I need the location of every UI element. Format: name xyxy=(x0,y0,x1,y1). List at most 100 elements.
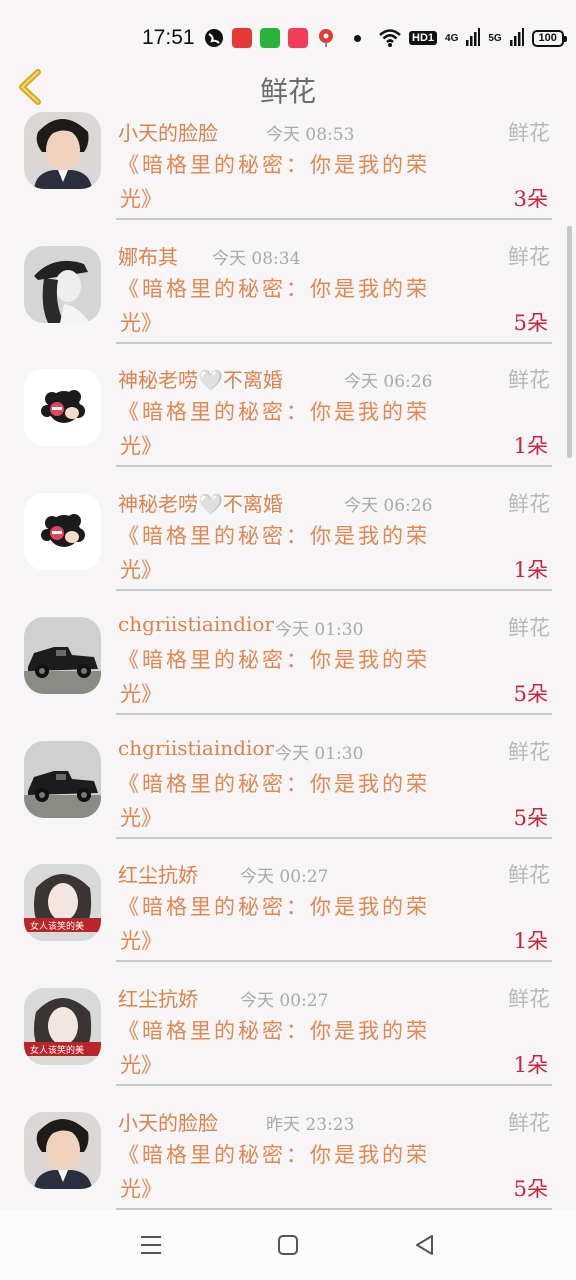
status-time: 17:51 xyxy=(142,26,195,49)
signal-4g-icon xyxy=(466,28,481,48)
book-title-line: 《暗格里的秘密：你是我的荣 xyxy=(118,1018,430,1043)
flower-count: 1朵 xyxy=(513,1052,548,1077)
flower-count: 1朵 xyxy=(513,434,548,459)
flower-count: 3朵 xyxy=(513,187,548,211)
divider xyxy=(116,465,552,468)
network-4g-label: 4G xyxy=(445,32,459,44)
list-item[interactable]: 神秘老唠🤍不离婚 今天 06:26 鲜花《暗格里的秘密：你是我的荣 光》 1朵 xyxy=(0,483,576,607)
gift-type-label: 鲜花 xyxy=(508,863,550,888)
book-title-line: 《暗格里的秘密：你是我的荣 xyxy=(118,647,430,672)
back-triangle-icon xyxy=(416,1235,433,1255)
divider xyxy=(116,836,552,839)
home-square-icon xyxy=(278,1235,298,1255)
menu-icon xyxy=(141,1236,161,1254)
book-title-line: 《暗格里的秘密：你是我的荣 xyxy=(118,1142,430,1167)
sent-time: 今天 00:27 xyxy=(240,867,329,888)
list-item[interactable]: chgriistiaindior 今天 01:30 鲜花 《暗格里的秘密：你是我的荣光… xyxy=(0,731,576,855)
sender-name[interactable]: 神秘老唠🤍不离婚 xyxy=(118,364,283,393)
svg-text:女人该笑的美: 女人该笑的美 xyxy=(30,1044,84,1056)
sender-name[interactable]: chgriistiaindior xyxy=(118,612,274,636)
book-title-line: 《暗格里的秘密：你是我的荣 xyxy=(118,771,430,796)
avatar[interactable] xyxy=(24,740,101,818)
back-nav-button[interactable] xyxy=(410,1230,440,1260)
divider xyxy=(116,341,552,344)
avatar[interactable]: 女人该笑的美 xyxy=(24,987,101,1065)
avatar[interactable] xyxy=(24,369,101,447)
book-title-line-end: 光》 xyxy=(120,681,162,706)
list-item[interactable]: 女人该笑的美 红尘抗娇 今天 00:27 鲜花 《暗格里的秘密：你是我的荣 光》 1朵 xyxy=(0,978,576,1102)
sent-time: 今天 01:30 xyxy=(275,743,364,764)
list-item[interactable]: chgriistiaindior 今天 01:30 鲜花《暗格里的秘密：你是我的荣光… xyxy=(0,607,576,731)
gift-type-label: 鲜花 xyxy=(508,1110,550,1135)
book-title-line-end: 光》 xyxy=(120,805,162,830)
flower-count: 5朵 xyxy=(513,310,548,335)
list-item[interactable]: 女人该笑的美 红尘抗娇 今天 00:27 鲜花《暗格里的秘密：你是我的荣 光》 1朵 xyxy=(0,854,576,978)
sender-name[interactable]: 神秘老唠🤍不离婚 xyxy=(118,488,283,517)
avatar[interactable] xyxy=(24,245,101,323)
top-bar: 鲜花 xyxy=(0,62,576,112)
flower-count: 1朵 xyxy=(513,929,548,954)
avatar[interactable] xyxy=(24,616,101,694)
sent-time: 今天 08:34 xyxy=(212,248,301,269)
book-title-line-end: 光》 xyxy=(120,558,162,583)
gift-type-label: 鲜花 xyxy=(508,244,550,269)
network-5g-label: 5G xyxy=(488,32,502,44)
iqiyi-icon xyxy=(260,28,280,48)
gift-type-label: 鲜花 xyxy=(508,492,550,517)
flower-gift-list: 小天的脸脸 今天 08:53 鲜花 《暗格里的秘密：你是我的荣 光》 3朵 娜布其 今天 08… xyxy=(0,112,576,1210)
gift-type-label: 鲜花 xyxy=(508,121,550,145)
sent-time: 今天 08:53 xyxy=(266,125,355,145)
sender-name[interactable]: 小天的脸脸 xyxy=(118,1107,218,1136)
book-title-line: 《暗格里的秘密：你是我的荣 xyxy=(118,400,430,425)
sent-time: 昨天 23:23 xyxy=(266,1114,355,1135)
book-title-line-end: 光》 xyxy=(120,929,162,954)
book-title-line-end: 光》 xyxy=(120,310,162,335)
list-item[interactable]: 神秘老唠🤍不离婚 今天 06:26 鲜花 《暗格里的秘密：你是我的荣 光》 1朵 xyxy=(0,359,576,483)
globe-icon xyxy=(204,28,224,48)
sent-time: 今天 01:30 xyxy=(275,619,364,640)
scrollbar[interactable] xyxy=(567,226,572,458)
sender-name[interactable]: 小天的脸脸 xyxy=(118,117,218,146)
book-title-line: 《暗格里的秘密：你是我的荣 xyxy=(118,524,430,549)
flower-count: 1朵 xyxy=(513,558,548,583)
app-red-tv-icon xyxy=(232,28,252,48)
book-title-line: 《暗格里的秘密：你是我的荣 xyxy=(118,895,430,920)
avatar[interactable] xyxy=(24,493,101,571)
location-pin-icon xyxy=(316,28,336,48)
flower-count: 5朵 xyxy=(513,805,548,830)
wifi-icon xyxy=(379,28,401,48)
flower-count: 5朵 xyxy=(513,681,548,706)
divider xyxy=(116,712,552,715)
book-title-line-end: 光》 xyxy=(120,434,162,459)
page-title: 鲜花 xyxy=(259,75,316,108)
list-item[interactable]: 小天的脸脸 昨天 23:23 鲜花 《暗格里的秘密：你是我的荣 光》 5朵 xyxy=(0,1102,576,1210)
divider xyxy=(116,589,552,592)
book-title-line-end: 光》 xyxy=(120,1176,162,1201)
signal-5g-icon xyxy=(509,28,524,48)
redbook-icon xyxy=(288,28,308,48)
status-bar: 17:51 HD1 4G 5G 100 xyxy=(0,0,576,62)
book-title-line: 《暗格里的秘密：你是我的荣 xyxy=(118,276,430,301)
system-navigation-bar xyxy=(0,1210,576,1280)
sender-name[interactable]: 娜布其 xyxy=(118,241,178,270)
menu-button[interactable] xyxy=(136,1230,166,1260)
sender-name[interactable]: chgriistiaindior xyxy=(118,736,274,760)
sent-time: 今天 06:26 xyxy=(344,496,433,517)
avatar[interactable]: 女人该笑的美 xyxy=(24,864,101,942)
avatar[interactable] xyxy=(24,112,101,189)
sender-name[interactable]: 红尘抗娇 xyxy=(118,983,198,1012)
divider xyxy=(116,218,552,220)
list-item[interactable]: 娜布其 今天 08:34 鲜花《暗格里的秘密：你是我的荣 光》 5朵 xyxy=(0,236,576,360)
avatar[interactable] xyxy=(24,1111,101,1189)
home-button[interactable] xyxy=(273,1230,303,1260)
gift-type-label: 鲜花 xyxy=(508,615,550,640)
status-icons: HD1 4G 5G 100 xyxy=(204,27,567,49)
hd-voice-badge: HD1 xyxy=(409,31,438,45)
book-title-line-end: 光》 xyxy=(120,187,162,211)
gift-type-label: 鲜花 xyxy=(508,368,550,393)
svg-text:女人该笑的美: 女人该笑的美 xyxy=(30,920,84,932)
sender-name[interactable]: 红尘抗娇 xyxy=(118,859,198,888)
battery-icon: 100 xyxy=(531,29,567,47)
list-item[interactable]: 小天的脸脸 今天 08:53 鲜花 《暗格里的秘密：你是我的荣 光》 3朵 xyxy=(0,112,576,236)
divider xyxy=(116,960,552,963)
